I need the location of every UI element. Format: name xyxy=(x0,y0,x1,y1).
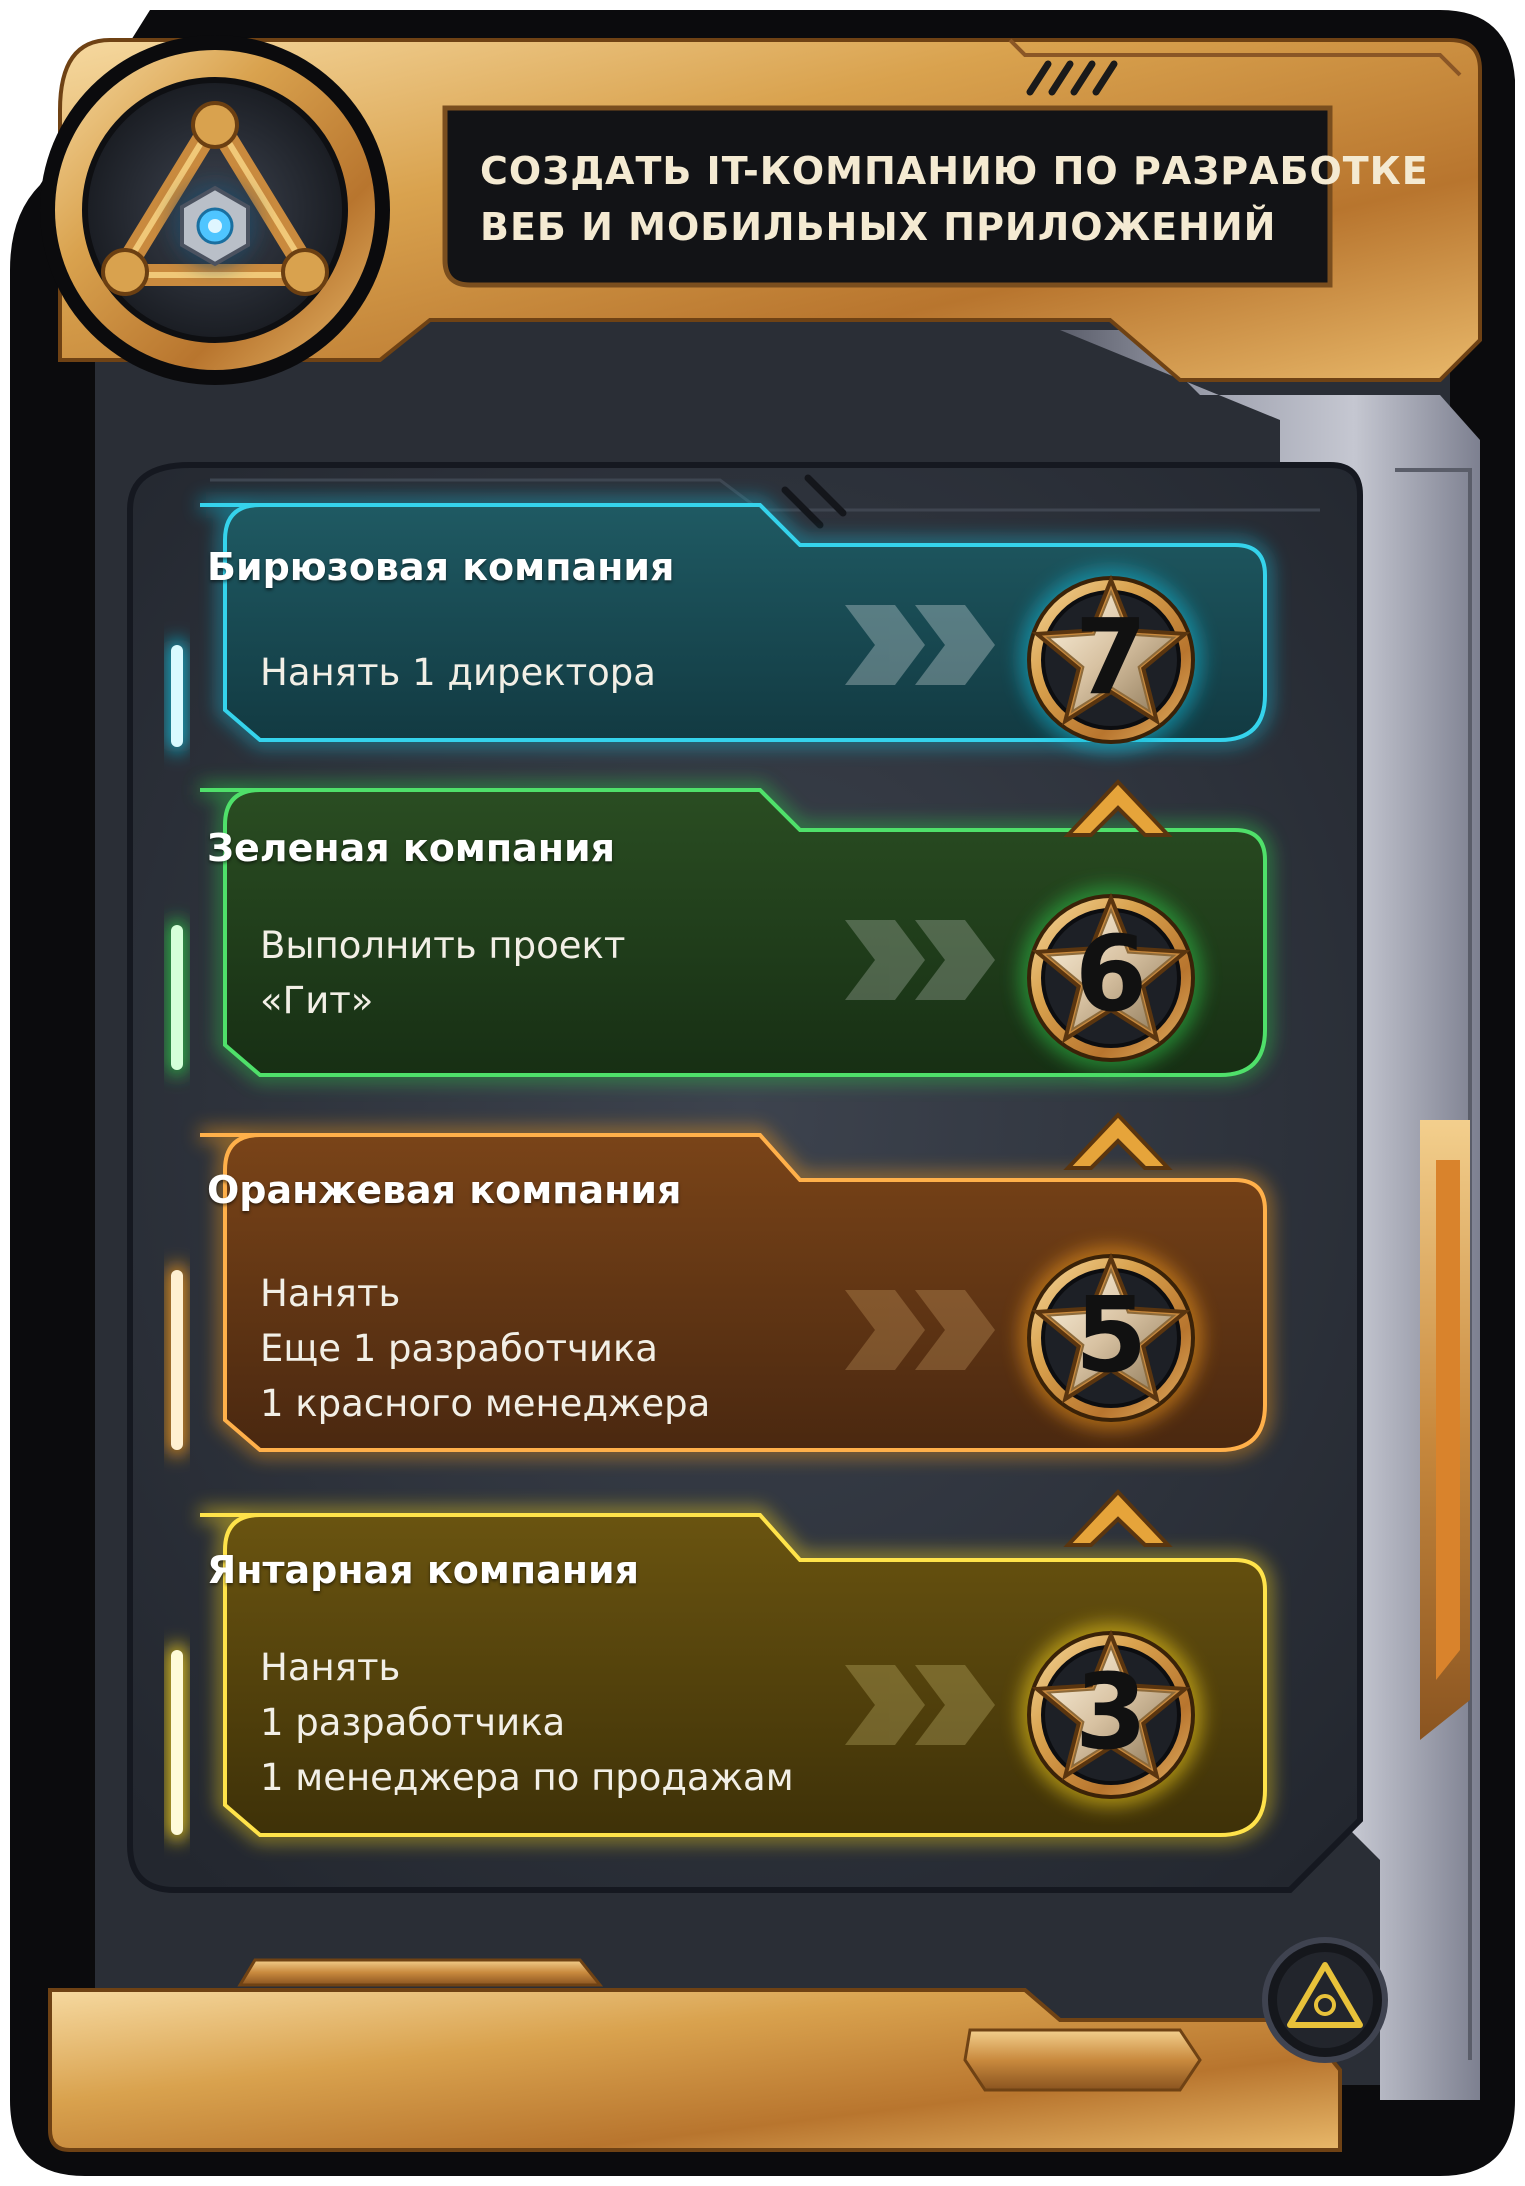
task-line: Нанять xyxy=(260,1272,401,1315)
company-tasks-orange: Нанять Еще 1 разработчика 1 красного мен… xyxy=(260,1266,710,1431)
company-tasks-teal: Нанять 1 директора xyxy=(260,645,656,700)
badge-number-teal: 7 xyxy=(1074,596,1148,718)
task-line: 1 менеджера по продажам xyxy=(260,1756,794,1799)
task-line: 1 красного менеджера xyxy=(260,1382,711,1425)
company-name-teal: Бирюзовая компания xyxy=(207,545,675,589)
quest-title-line-2: ВЕБ И МОБИЛЬНЫХ ПРИЛОЖЕНИЙ xyxy=(480,205,1277,249)
badge-number-amber: 3 xyxy=(1074,1651,1148,1773)
task-line: Нанять 1 директора xyxy=(260,651,656,694)
company-name-green: Зеленая компания xyxy=(207,826,616,870)
task-line: 1 разработчика xyxy=(260,1701,566,1744)
company-name-orange: Оранжевая компания xyxy=(207,1168,682,1212)
company-tasks-amber: Нанять 1 разработчика 1 менеджера по про… xyxy=(260,1640,794,1805)
badge-number-green: 6 xyxy=(1074,913,1148,1035)
quest-title-line-1: СОЗДАТЬ IT-КОМПАНИЮ ПО РАЗРАБОТКЕ xyxy=(480,149,1429,193)
company-tasks-green: Выполнить проект «Гит» xyxy=(260,918,625,1028)
badge-number-orange: 5 xyxy=(1074,1274,1148,1396)
badges-layer xyxy=(1019,568,1203,1807)
task-line: Нанять xyxy=(260,1646,401,1689)
task-line: Еще 1 разработчика xyxy=(260,1327,658,1370)
task-line: «Гит» xyxy=(260,979,374,1022)
task-line: Выполнить проект xyxy=(260,924,626,967)
quest-card: СОЗДАТЬ IT-КОМПАНИЮ ПО РАЗРАБОТКЕ ВЕБ И … xyxy=(0,0,1525,2186)
company-name-amber: Янтарная компания xyxy=(207,1548,640,1592)
quest-title: СОЗДАТЬ IT-КОМПАНИЮ ПО РАЗРАБОТКЕ ВЕБ И … xyxy=(480,143,1429,255)
